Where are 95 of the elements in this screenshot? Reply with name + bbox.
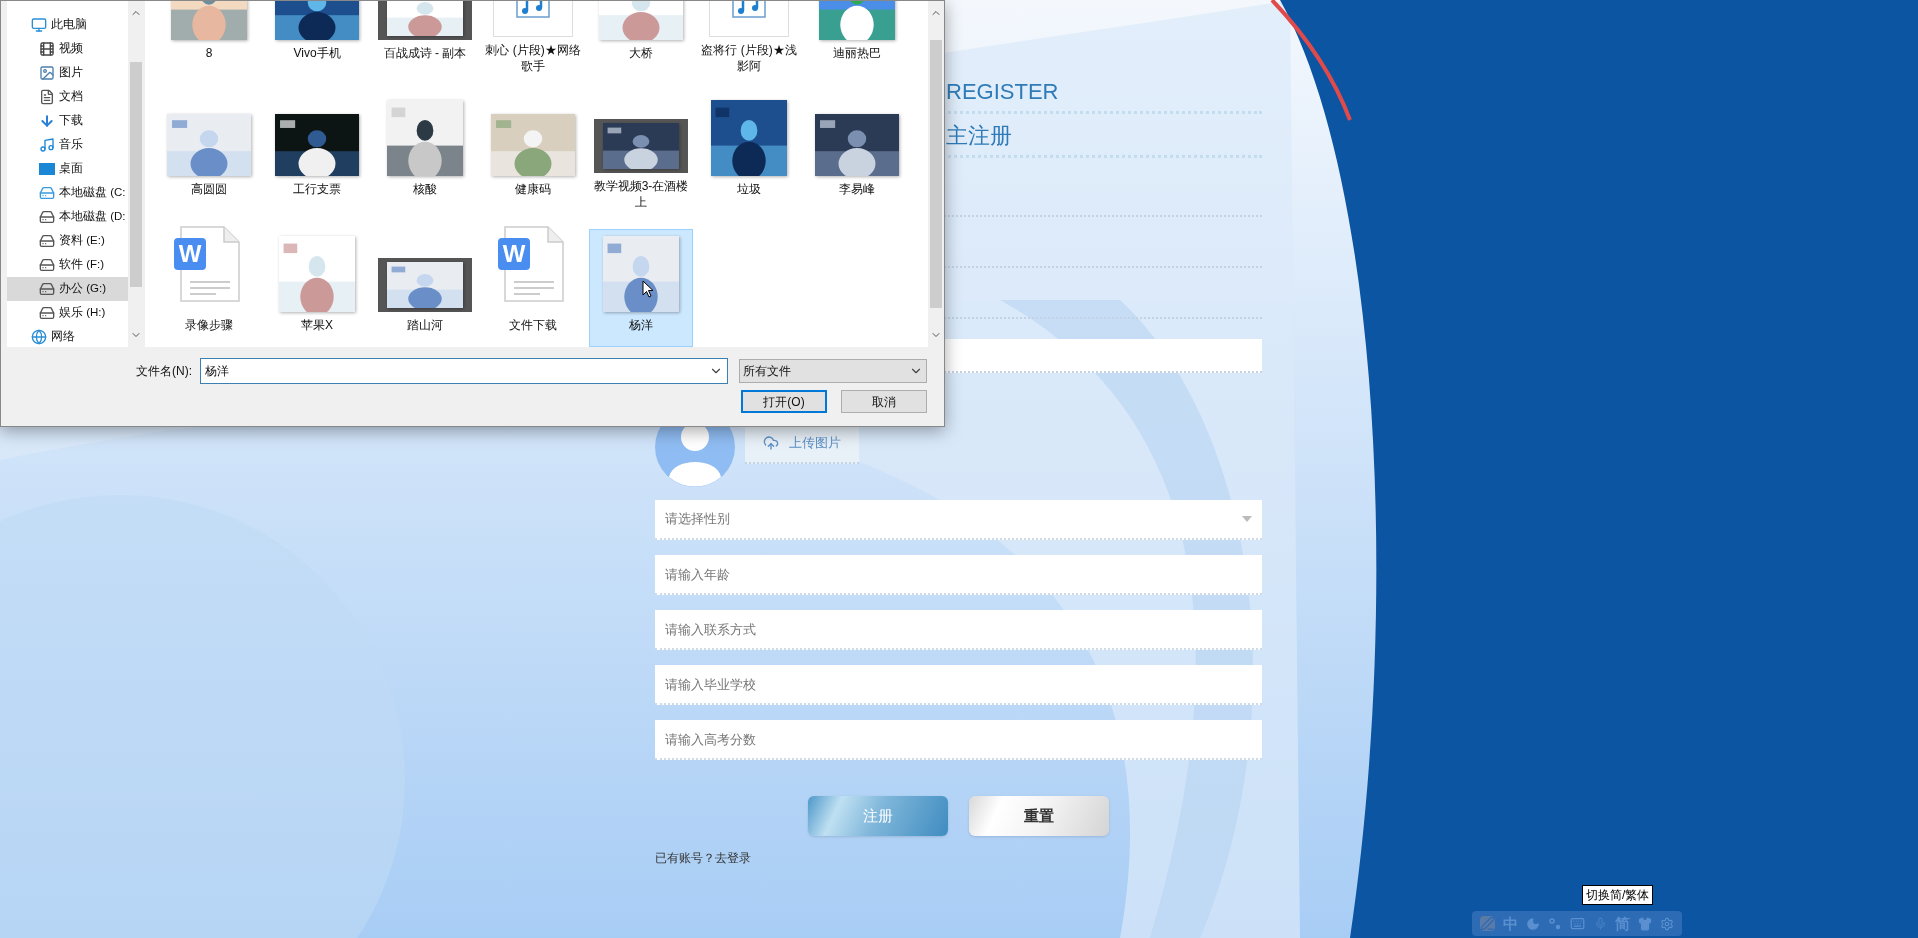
settings-icon[interactable] bbox=[1659, 916, 1674, 931]
nav-item[interactable]: 下载 bbox=[7, 109, 128, 133]
file-name-field[interactable]: 杨洋 bbox=[200, 358, 728, 384]
document-icon bbox=[39, 89, 55, 105]
file-name: 百战成诗 - 副本 bbox=[382, 45, 468, 61]
login-link[interactable]: 去登录 bbox=[715, 849, 751, 867]
dropdown-arrow-icon bbox=[1242, 516, 1252, 522]
file-name-label: 文件名(N): bbox=[136, 363, 193, 380]
drive-icon bbox=[39, 233, 55, 249]
file-item[interactable]: 核酸 bbox=[373, 93, 477, 211]
file-name: 录像步骤 bbox=[184, 317, 234, 333]
gender-select[interactable]: 请选择性别 bbox=[655, 500, 1262, 540]
drive-icon bbox=[39, 185, 55, 201]
nav-item[interactable]: 娱乐 (H:) bbox=[7, 301, 128, 325]
nav-item[interactable]: 图片 bbox=[7, 61, 128, 85]
nav-item[interactable]: 办公 (G:) bbox=[7, 277, 128, 301]
nav-item[interactable]: 资料 (E:) bbox=[7, 229, 128, 253]
nav-item[interactable]: 文档 bbox=[7, 85, 128, 109]
input-field[interactable]: 请输入高考分数 bbox=[655, 720, 1262, 760]
file-name: 大桥 bbox=[628, 45, 654, 61]
file-name: 垃圾 bbox=[736, 181, 762, 197]
file-item[interactable]: 工行支票 bbox=[265, 93, 369, 211]
nav-item[interactable]: 视频 bbox=[7, 37, 128, 61]
file-item[interactable]: 垃圾 bbox=[697, 93, 801, 211]
input-field[interactable]: 请输入毕业学校 bbox=[655, 665, 1262, 705]
file-item[interactable]: Vivo手机 bbox=[265, 1, 369, 75]
file-name: 高圆圆 bbox=[190, 181, 228, 197]
file-item[interactable]: 杨洋 bbox=[589, 229, 693, 347]
dialog-button[interactable]: 取消 bbox=[841, 390, 927, 413]
file-item[interactable]: 迪丽热巴 bbox=[805, 1, 909, 75]
nav-item[interactable]: 软件 (F:) bbox=[7, 253, 128, 277]
tooltip: 切换简/繁体 bbox=[1582, 885, 1654, 905]
keyboard-icon[interactable] bbox=[1570, 916, 1586, 931]
file-item[interactable]: 盗将行 (片段)★浅影阿 bbox=[697, 1, 801, 75]
computer-icon bbox=[31, 17, 47, 33]
drive-icon bbox=[39, 305, 55, 321]
network-icon bbox=[31, 329, 47, 345]
pen-icon[interactable] bbox=[1480, 916, 1496, 931]
nav-item[interactable]: 本地磁盘 (D: bbox=[7, 205, 128, 229]
file-item[interactable]: 大桥 bbox=[589, 1, 693, 75]
file-name: 教学视频3-在酒楼上 bbox=[592, 178, 690, 210]
dialog-button[interactable]: 打开(O) bbox=[741, 390, 827, 413]
file-item[interactable]: 刺心 (片段)★网络歌手 bbox=[481, 1, 585, 75]
input-field[interactable]: 请输入年龄 bbox=[655, 555, 1262, 595]
file-name: 盗将行 (片段)★浅影阿 bbox=[700, 42, 798, 74]
nav-item[interactable]: 音乐 bbox=[7, 133, 128, 157]
cloud-upload-icon bbox=[763, 435, 779, 451]
file-type-badge: W bbox=[498, 238, 530, 270]
microphone-icon[interactable] bbox=[1593, 917, 1607, 930]
file-item[interactable]: 李易峰 bbox=[805, 93, 909, 211]
moon-icon[interactable] bbox=[1526, 916, 1541, 931]
file-type-badge: W bbox=[174, 238, 206, 270]
file-item[interactable]: 8 bbox=[157, 1, 261, 75]
file-item[interactable]: 苹果X bbox=[265, 229, 369, 347]
input-field[interactable]: 请输入联系方式 bbox=[655, 610, 1262, 650]
nav-item[interactable]: 桌面 bbox=[7, 157, 128, 181]
punctuation-icon[interactable] bbox=[1548, 916, 1563, 931]
file-name: 刺心 (片段)★网络歌手 bbox=[484, 42, 582, 74]
desktop-icon bbox=[39, 163, 55, 175]
download-icon bbox=[39, 113, 55, 129]
music-icon bbox=[39, 137, 55, 153]
cursor-icon bbox=[642, 280, 654, 298]
login-prompt: 已有账号？ bbox=[655, 850, 715, 867]
file-name: 迪丽热巴 bbox=[832, 45, 882, 61]
file-item[interactable]: 百战成诗 - 副本 bbox=[373, 1, 477, 75]
nav-item[interactable]: 网络 bbox=[7, 325, 128, 347]
picture-icon bbox=[39, 65, 55, 81]
file-name: 文件下载 bbox=[508, 317, 558, 333]
file-item[interactable]: W 文件下载 bbox=[481, 229, 585, 347]
file-item[interactable]: 健康码 bbox=[481, 93, 585, 211]
reset-button[interactable]: 重置 bbox=[969, 796, 1109, 836]
file-name: 苹果X bbox=[300, 317, 334, 333]
nav-item[interactable]: 此电脑 bbox=[7, 13, 128, 37]
file-name: Vivo手机 bbox=[292, 45, 342, 61]
file-item[interactable]: W 录像步骤 bbox=[157, 229, 261, 347]
file-name: 踏山河 bbox=[406, 317, 444, 333]
film-icon bbox=[39, 41, 55, 57]
register-title: REGISTER bbox=[946, 78, 1060, 106]
file-name: 杨洋 bbox=[628, 317, 654, 333]
drive-icon bbox=[39, 281, 55, 297]
file-type-select[interactable]: 所有文件 bbox=[739, 359, 927, 383]
file-name: 工行支票 bbox=[292, 181, 342, 197]
file-name: 8 bbox=[204, 45, 214, 61]
nav-item[interactable]: 本地磁盘 (C: bbox=[7, 181, 128, 205]
file-item[interactable]: 高圆圆 bbox=[157, 93, 261, 211]
scrollbar[interactable] bbox=[928, 1, 944, 347]
file-name: 李易峰 bbox=[838, 181, 876, 197]
drive-icon bbox=[39, 209, 55, 225]
file-name: 核酸 bbox=[412, 181, 438, 197]
register-subtitle: 主注册 bbox=[946, 122, 1013, 150]
file-item[interactable]: 教学视频3-在酒楼上 bbox=[589, 93, 693, 211]
file-name: 健康码 bbox=[514, 181, 552, 197]
shirt-icon[interactable] bbox=[1637, 916, 1652, 931]
drive-icon bbox=[39, 257, 55, 273]
file-item[interactable]: 踏山河 bbox=[373, 229, 477, 347]
